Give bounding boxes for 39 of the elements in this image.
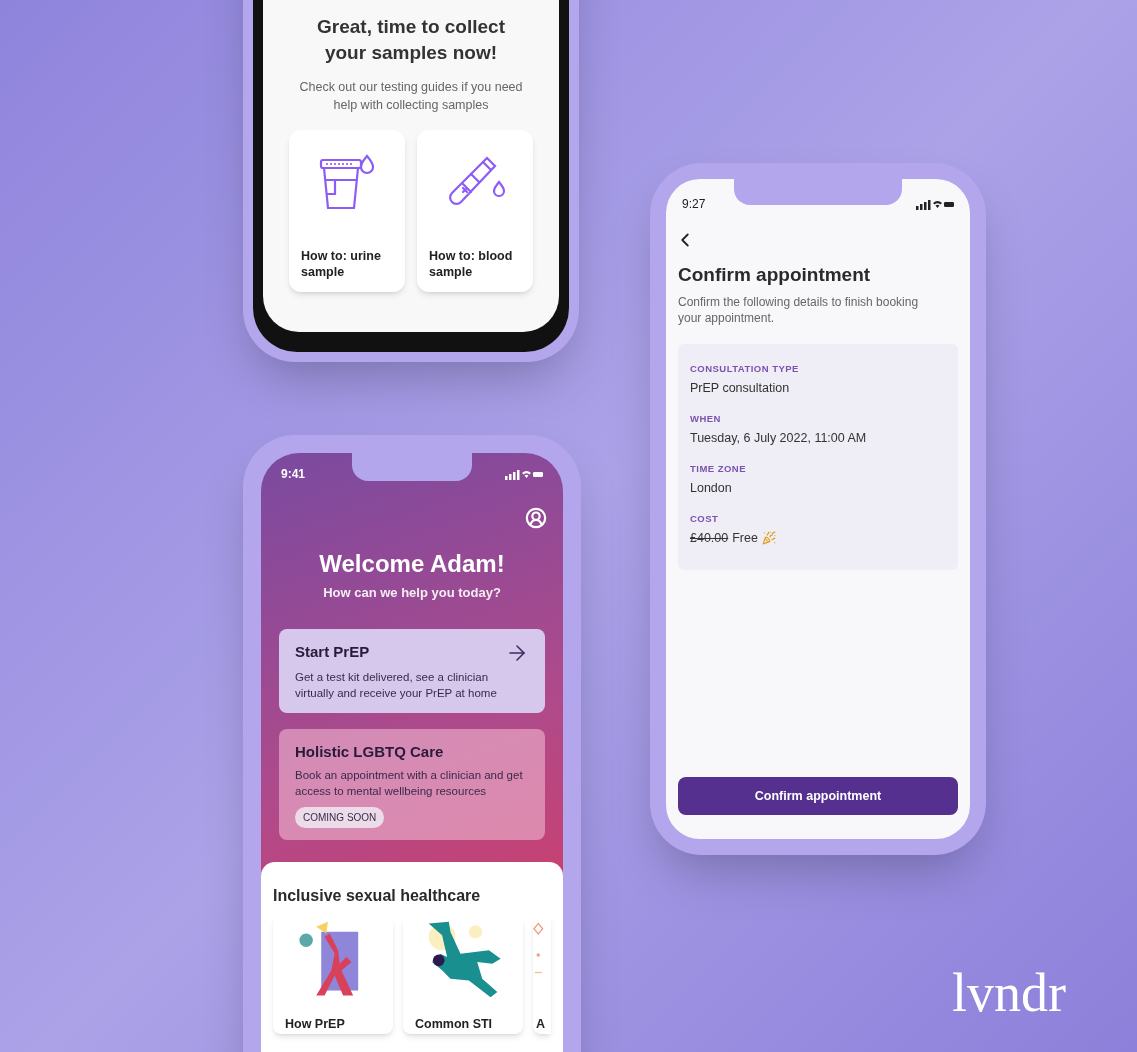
detail-label: TIME ZONE	[690, 461, 747, 476]
service-title: Start PrEP	[295, 642, 370, 663]
confirm-button[interactable]: Confirm appointment	[678, 777, 958, 815]
detail-value: London	[690, 479, 732, 497]
article-card[interactable]: Common STI	[403, 916, 523, 1034]
detail-label: COST	[690, 511, 720, 526]
article-card[interactable]: How PrEP	[273, 916, 393, 1034]
screen-subtitle: Check out our testing guides if you need help with collecting samples	[298, 79, 524, 114]
detail-label: CONSULTATION TYPE	[690, 361, 800, 376]
screen-title: Confirm appointment	[678, 263, 872, 287]
status-time: 9:27	[682, 196, 706, 213]
article-title: Common STI	[414, 1017, 494, 1032]
article-title: A	[535, 1017, 546, 1032]
status-badge: COMING SOON	[295, 807, 385, 828]
article-title: How PrEP	[284, 1017, 346, 1032]
guide-label: How to: blood sample	[429, 248, 514, 280]
detail-value: PrEP consultation	[690, 379, 790, 397]
service-description: Get a test kit delivered, see a clinician virtually and receive your PrEP at home	[295, 669, 498, 701]
welcome-subheading: How can we help you today?	[322, 584, 502, 602]
welcome-heading: Welcome Adam!	[318, 549, 506, 579]
service-title: Holistic LGBTQ Care	[295, 741, 444, 762]
service-card[interactable]: Start PrEP Get a test kit delivered, see a clinician virtually and receive your PrEP at home	[279, 628, 545, 713]
guide-card[interactable]: How to: urine sample	[289, 130, 405, 292]
status-icons	[505, 468, 543, 480]
brand-logo: lvndr	[952, 966, 1066, 1020]
status-time: 9:41	[281, 466, 306, 483]
screen-title: Great, time to collect your samples now!	[316, 15, 506, 65]
screen-subtitle: Confirm the following details to finish booking your appointment.	[678, 293, 920, 326]
old-price: £40.00	[690, 529, 729, 547]
status-icons	[916, 198, 954, 210]
detail-value: Tuesday, 6 July 2022, 11:00 AM	[690, 429, 867, 447]
detail-label: WHEN	[690, 411, 722, 426]
section-title: Inclusive sexual healthcare	[273, 886, 482, 906]
profile-icon[interactable]	[525, 507, 547, 529]
service-description: Book an appointment with a clinician and get access to mental wellbeing resources	[295, 768, 524, 799]
guide-card[interactable]: How to: blood sample	[417, 130, 533, 292]
guide-label: How to: urine sample	[301, 248, 382, 280]
detail-value: Free	[732, 529, 758, 547]
article-card[interactable]: A	[533, 916, 551, 1034]
